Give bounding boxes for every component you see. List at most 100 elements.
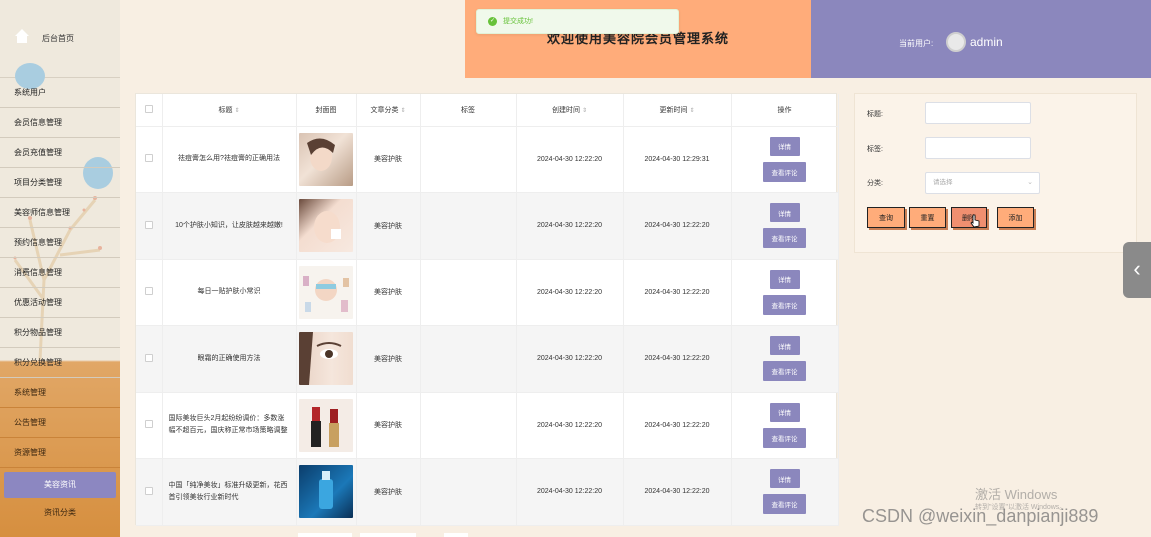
column-actions: 操作: [731, 94, 839, 127]
row-updated: 2024-04-30 12:29:31: [623, 126, 732, 193]
column-category[interactable]: 文章分类 ⇕: [356, 94, 421, 127]
row-updated: 2024-04-30 12:22:20: [623, 192, 732, 260]
row-updated: 2024-04-30 12:22:20: [623, 392, 732, 459]
pagination[interactable]: [360, 533, 416, 537]
tags-input[interactable]: [925, 137, 1031, 159]
row-created: 2024-04-30 12:22:20: [516, 259, 624, 326]
view-comments-button[interactable]: 查看评论: [763, 161, 806, 182]
row-checkbox[interactable]: [144, 420, 153, 429]
row-tags: [420, 325, 517, 393]
title-input[interactable]: [925, 102, 1031, 124]
csdn-watermark: CSDN @weixin_danpianji889: [862, 506, 1099, 526]
menu-item-beauty-news[interactable]: 美容资讯: [4, 472, 116, 498]
toast-text: 提交成功!: [503, 18, 533, 25]
row-category: 美容护肤: [356, 126, 421, 193]
sort-icon[interactable]: ⇕: [234, 108, 239, 114]
table-row: 10个护肤小知识，让皮肤越来越嫩! 美容护肤 2024-04-30 12:22:…: [136, 192, 839, 260]
view-comments-button[interactable]: 查看评论: [763, 494, 806, 515]
row-title: 每日一贴护肤小常识: [162, 259, 297, 326]
pagination[interactable]: [298, 533, 352, 537]
menu-item-resources[interactable]: 资源管理: [0, 438, 120, 468]
menu-item-system-users[interactable]: 系统用户: [0, 78, 120, 108]
category-select[interactable]: 请选择 ⌄: [925, 172, 1040, 194]
column-updated[interactable]: 更新时间 ⇕: [623, 94, 732, 127]
row-title: 中国「纯净美妆」标准升级更新，花西首引领美妆行业新时代: [162, 458, 297, 526]
check-circle-icon: ✓: [488, 17, 497, 26]
menu-item-beautician-info[interactable]: 美容师信息管理: [0, 198, 120, 228]
hand-cursor-icon: [970, 214, 980, 228]
table-row: 眼霜的正确使用方法 美容护肤 2024-04-30 12:22:20 2024-…: [136, 325, 839, 393]
table-row: 祛痘膏怎么用?祛痘膏的正确用法 美容护肤 2024-04-30 12:22:20…: [136, 126, 839, 193]
row-created: 2024-04-30 12:22:20: [516, 392, 624, 459]
sort-icon[interactable]: ⇕: [400, 108, 405, 114]
row-tags: [420, 392, 517, 459]
article-table: 标题 ⇕ 封面图 文章分类 ⇕ 标签 创建时间 ⇕ 更新时间 ⇕ 操作 祛痘膏怎么用?祛…: [135, 93, 839, 526]
row-title: 祛痘膏怎么用?祛痘膏的正确用法: [162, 126, 297, 193]
menu-item-appointment-info[interactable]: 预约信息管理: [0, 228, 120, 258]
row-tags: [420, 458, 517, 526]
menu-item-promotion[interactable]: 优惠活动管理: [0, 288, 120, 318]
category-placeholder: 请选择: [933, 179, 953, 186]
column-tags: 标签: [420, 94, 517, 127]
table-row: 每日一贴护肤小常识 美容护肤 2024-04-30 12:22:20 2024-…: [136, 259, 839, 326]
menu-item-points-exchange[interactable]: 积分兑换管理: [0, 348, 120, 378]
menu-item-system-management[interactable]: 系统管理: [0, 378, 120, 408]
menu-item-announcement[interactable]: 公告管理: [0, 408, 120, 438]
row-checkbox[interactable]: [144, 220, 153, 229]
menu-item-project-category[interactable]: 项目分类管理: [0, 168, 120, 198]
detail-button[interactable]: 详情: [769, 136, 800, 156]
avatar[interactable]: [946, 32, 966, 52]
select-all-checkbox[interactable]: [144, 104, 153, 113]
row-checkbox[interactable]: [144, 154, 153, 163]
detail-button[interactable]: 详情: [769, 203, 800, 223]
table-header: 标题 ⇕ 封面图 文章分类 ⇕ 标签 创建时间 ⇕ 更新时间 ⇕ 操作: [136, 94, 839, 127]
pagination[interactable]: [444, 533, 468, 537]
row-category: 美容护肤: [356, 192, 421, 260]
menu-item-member-recharge[interactable]: 会员充值管理: [0, 138, 120, 168]
chevron-down-icon: ⌄: [1027, 179, 1033, 186]
query-button[interactable]: 查询: [867, 207, 905, 228]
sort-icon[interactable]: ⇕: [582, 108, 587, 114]
menu-item-member-info[interactable]: 会员信息管理: [0, 108, 120, 138]
detail-button[interactable]: 详情: [769, 402, 800, 422]
row-checkbox[interactable]: [144, 353, 153, 362]
category-label: 分类:: [867, 180, 883, 187]
user-label: 当前用户:: [899, 39, 934, 48]
cover-image: [299, 332, 353, 386]
table-row: 中国「纯净美妆」标准升级更新，花西首引领美妆行业新时代 美容护肤 2024-04…: [136, 458, 839, 526]
detail-button[interactable]: 详情: [769, 336, 800, 356]
home-icon: [15, 29, 29, 43]
row-updated: 2024-04-30 12:22:20: [623, 259, 732, 326]
detail-button[interactable]: 详情: [769, 269, 800, 289]
view-comments-button[interactable]: 查看评论: [763, 294, 806, 315]
row-checkbox[interactable]: [144, 287, 153, 296]
username[interactable]: admin: [970, 35, 1003, 49]
cover-image: [299, 398, 353, 452]
row-checkbox[interactable]: [144, 486, 153, 495]
row-tags: [420, 126, 517, 193]
row-category: 美容护肤: [356, 325, 421, 393]
menu-item-news-category[interactable]: 资讯分类: [0, 498, 120, 528]
chevron-left-icon[interactable]: ‹: [1123, 242, 1151, 298]
sidebar: 后台首页 系统用户 会员信息管理 会员充值管理 项目分类管理 美容师信息管理 预…: [0, 0, 120, 537]
view-comments-button[interactable]: 查看评论: [763, 361, 806, 382]
cover-image: [299, 199, 353, 253]
cover-image: [299, 132, 353, 186]
reset-button[interactable]: 重置: [909, 207, 946, 228]
row-category: 美容护肤: [356, 259, 421, 326]
menu-item-points-goods[interactable]: 积分物品管理: [0, 318, 120, 348]
row-title: 国际美妆巨头2月起纷纷调价：多数涨幅不超百元，国庆称正常市场策略调整: [162, 392, 297, 459]
add-button[interactable]: 添加: [997, 207, 1034, 228]
column-created[interactable]: 创建时间 ⇕: [516, 94, 624, 127]
row-category: 美容护肤: [356, 392, 421, 459]
sort-icon[interactable]: ⇕: [689, 108, 694, 114]
detail-button[interactable]: 详情: [769, 469, 800, 489]
home-label: 后台首页: [42, 34, 74, 43]
column-title[interactable]: 标题 ⇕: [162, 94, 297, 127]
row-updated: 2024-04-30 12:22:20: [623, 325, 732, 393]
tags-label: 标签:: [867, 146, 883, 153]
activation-watermark: 激活 Windows: [975, 487, 1058, 502]
view-comments-button[interactable]: 查看评论: [763, 427, 806, 448]
menu-item-consumption-info[interactable]: 消费信息管理: [0, 258, 120, 288]
view-comments-button[interactable]: 查看评论: [763, 228, 806, 249]
